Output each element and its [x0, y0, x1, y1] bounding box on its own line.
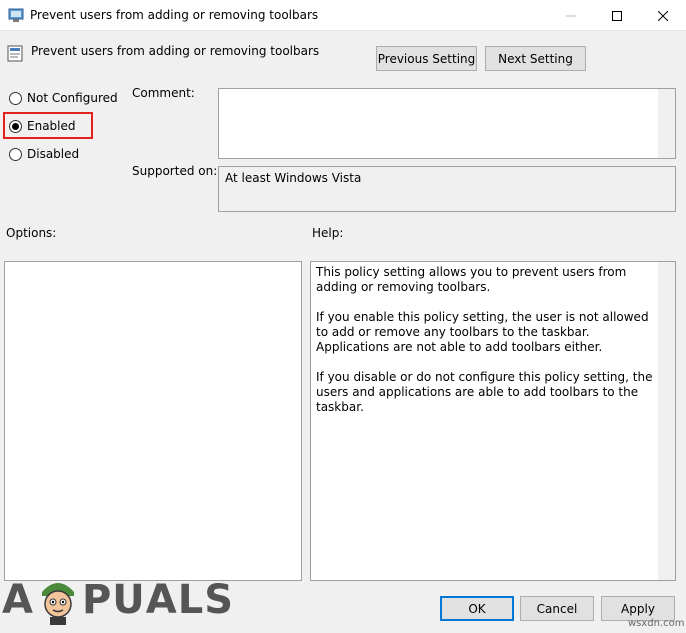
watermark-letter: A [2, 577, 34, 623]
minimize-icon [566, 15, 576, 16]
cancel-button[interactable]: Cancel [520, 596, 594, 621]
radio-button[interactable] [9, 91, 22, 105]
watermark-letter: U [112, 577, 146, 623]
help-text: This policy setting allows you to preven… [316, 265, 656, 430]
radio-label: Disabled [27, 147, 80, 161]
setting-title: Prevent users from adding or removing to… [31, 44, 320, 58]
options-pane [4, 261, 302, 581]
title-bar: Prevent users from adding or removing to… [0, 0, 686, 31]
policy-window-icon [8, 8, 24, 22]
minimize-button[interactable] [548, 0, 594, 31]
radio-button[interactable] [9, 147, 22, 161]
previous-setting-button[interactable]: Previous Setting [376, 46, 477, 71]
help-paragraph: If you disable or do not configure this … [316, 370, 653, 414]
comment-textarea[interactable] [218, 88, 676, 159]
next-setting-button[interactable]: Next Setting [485, 46, 586, 71]
help-scrollbar[interactable] [658, 262, 675, 580]
mascot-icon [41, 583, 74, 625]
watermark-letter: S [204, 577, 235, 623]
close-icon [658, 10, 668, 21]
ok-button[interactable]: OK [440, 596, 514, 621]
comment-scrollbar[interactable] [658, 89, 675, 158]
help-paragraph: This policy setting allows you to preven… [316, 265, 627, 294]
help-pane: This policy setting allows you to preven… [310, 261, 676, 581]
site-watermark: wsxdn.com [628, 618, 685, 629]
supported-on-label: Supported on: [132, 164, 218, 178]
comment-label: Comment: [132, 86, 195, 100]
radio-label: Not Configured [27, 91, 118, 105]
help-paragraph: If you enable this policy setting, the u… [316, 310, 649, 354]
radio-disabled[interactable]: Disabled [9, 146, 79, 162]
policy-setting-icon [7, 45, 23, 62]
watermark-letter: P [81, 577, 113, 623]
enabled-highlight-box [3, 112, 93, 139]
supported-on-value: At least Windows Vista [225, 171, 362, 185]
watermark-letter: A [145, 577, 178, 623]
help-label: Help: [312, 226, 344, 240]
radio-not-configured[interactable]: Not Configured [9, 90, 118, 106]
supported-scrollbar[interactable] [658, 167, 675, 211]
supported-on-field: At least Windows Vista [218, 166, 676, 212]
window-title: Prevent users from adding or removing to… [30, 8, 319, 22]
maximize-button[interactable] [594, 0, 640, 31]
appuals-watermark: A P U A L S [2, 572, 234, 628]
maximize-icon [612, 10, 622, 21]
close-button[interactable] [640, 0, 686, 31]
watermark-letter: L [177, 577, 205, 623]
options-label: Options: [6, 226, 57, 240]
